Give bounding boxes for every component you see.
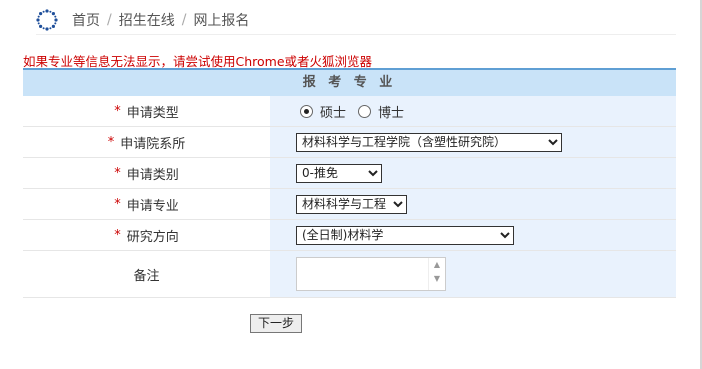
logo-icon: [36, 9, 58, 31]
row-major: * 申请专业 材料科学与工程: [23, 189, 676, 220]
remarks-scrollbar[interactable]: ▲ ▼: [428, 258, 445, 290]
direction-select[interactable]: (全日制)材料学: [296, 225, 514, 245]
required-mark: *: [114, 196, 121, 212]
category-value-cell: 0-推免: [270, 158, 676, 188]
scroll-up-icon[interactable]: ▲: [429, 258, 445, 272]
required-mark: *: [107, 134, 115, 150]
remarks-label-cell: 备注: [23, 251, 270, 297]
row-direction: * 研究方向 (全日制)材料学: [23, 220, 676, 251]
scroll-down-icon[interactable]: ▼: [429, 272, 445, 286]
direction-value-cell: (全日制)材料学: [270, 220, 676, 250]
required-mark: *: [114, 103, 121, 119]
direction-label: 研究方向: [126, 229, 179, 245]
breadcrumb-separator: /: [181, 12, 187, 28]
required-mark: *: [114, 165, 121, 181]
form-title: 报 考 专 业: [23, 70, 676, 96]
category-select[interactable]: 0-推免: [296, 163, 382, 183]
major-label-cell: * 申请专业: [23, 189, 270, 219]
breadcrumb-home-link[interactable]: 首页: [72, 10, 100, 30]
category-label-cell: * 申请类别: [23, 158, 270, 188]
breadcrumb-separator: /: [107, 12, 112, 28]
row-remarks: 备注 ▲ ▼: [23, 251, 676, 298]
breadcrumb-current: 网上报名: [193, 13, 250, 29]
radio-master[interactable]: [300, 104, 313, 118]
radio-master-label[interactable]: 硕士: [320, 102, 346, 121]
apply-type-label-cell: * 申请类型: [23, 96, 270, 126]
breadcrumb-admissions-link[interactable]: 招生在线: [119, 10, 175, 30]
application-form: 报 考 专 业 * 申请类型 硕士 博士 * 申请院系所 材料科学与工程学院（含…: [23, 68, 676, 298]
major-select[interactable]: 材料科学与工程: [296, 194, 407, 214]
next-step-button[interactable]: 下一步: [250, 314, 302, 333]
radio-phd-label[interactable]: 博士: [378, 102, 404, 121]
required-mark: *: [114, 227, 121, 243]
remarks-textarea[interactable]: ▲ ▼: [296, 257, 446, 291]
department-value-cell: 材料科学与工程学院（含塑性研究院）: [270, 127, 676, 157]
apply-type-value-cell: 硕士 博士: [270, 96, 676, 126]
radio-phd[interactable]: [358, 104, 372, 118]
department-label: 申请院系所: [120, 136, 186, 152]
major-value-cell: 材料科学与工程: [270, 189, 676, 219]
apply-type-label: 申请类型: [126, 105, 179, 121]
major-label: 申请专业: [126, 198, 179, 214]
direction-label-cell: * 研究方向: [23, 220, 270, 250]
department-select[interactable]: 材料科学与工程学院（含塑性研究院）: [296, 132, 562, 152]
breadcrumb: 首页 / 招生在线 / 网上报名: [36, 6, 676, 35]
remarks-label: 备注: [133, 268, 160, 284]
apply-type-radio-group: 硕士 博士: [296, 102, 404, 121]
row-category: * 申请类别 0-推免: [23, 158, 676, 189]
department-label-cell: * 申请院系所: [23, 127, 270, 157]
category-label: 申请类别: [126, 167, 179, 183]
row-department: * 申请院系所 材料科学与工程学院（含塑性研究院）: [23, 127, 676, 158]
remarks-value-cell: ▲ ▼: [270, 251, 676, 297]
row-apply-type: * 申请类型 硕士 博士: [23, 96, 676, 127]
